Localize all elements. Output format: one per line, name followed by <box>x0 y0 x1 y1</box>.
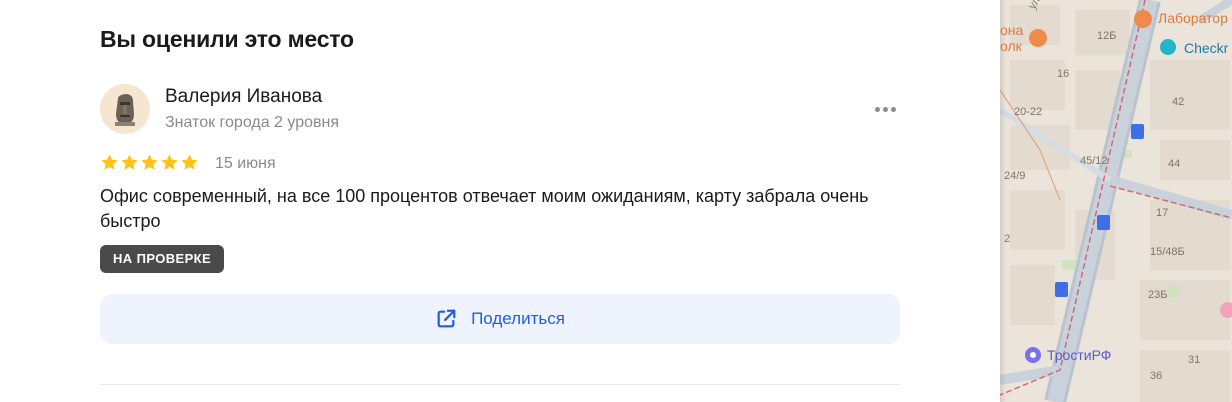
star-icon <box>121 154 138 170</box>
map-poi-label[interactable]: ТростиРФ <box>1047 347 1111 363</box>
more-dots-icon <box>874 106 880 112</box>
divider <box>100 384 900 385</box>
house-number: 31 <box>1188 354 1201 366</box>
rating-stars <box>100 153 200 172</box>
star-icon <box>161 154 178 170</box>
map-canvas <box>1000 0 1232 402</box>
author-name[interactable]: Валерия Иванова <box>165 86 322 108</box>
map-preview[interactable]: Лаборатор она олк Checkr ТростиРФ ул. 12… <box>1000 0 1232 402</box>
house-number: 2 <box>1004 233 1011 245</box>
house-number: 20-22 <box>1014 106 1043 118</box>
map-poi-label[interactable]: она <box>1000 22 1023 38</box>
house-number: 16 <box>1057 68 1070 80</box>
house-number: 36 <box>1150 370 1163 382</box>
share-button[interactable]: Поделиться <box>100 294 900 344</box>
house-number: 15/48Б <box>1150 246 1185 258</box>
share-label: Поделиться <box>471 309 565 328</box>
section-title: Вы оценили это место <box>100 26 354 52</box>
star-icon <box>141 154 158 170</box>
map-edge-shadow <box>1000 0 1006 402</box>
review-text: Офис современный, на все 100 процентов о… <box>100 186 869 231</box>
map-poi-label[interactable]: олк <box>1000 38 1022 54</box>
house-number: 12Б <box>1097 30 1117 42</box>
house-number: 42 <box>1172 96 1185 108</box>
map-poi-label[interactable]: Лаборатор <box>1158 10 1228 26</box>
more-dot <box>890 106 896 112</box>
more-dot <box>882 106 888 112</box>
map-poi-label[interactable]: Checkr <box>1184 40 1228 56</box>
star-icon <box>101 154 118 170</box>
avatar[interactable] <box>100 84 150 134</box>
house-number: 44 <box>1168 158 1181 170</box>
author-level: Знаток города 2 уровня <box>165 114 340 131</box>
house-number: 45/12 <box>1080 155 1108 167</box>
more-options-button[interactable] <box>868 96 902 122</box>
moai-avatar-icon <box>100 84 150 134</box>
house-number: 17 <box>1156 207 1169 219</box>
review-date: 15 июня <box>215 155 276 172</box>
status-badge: НА ПРОВЕРКЕ <box>100 245 225 273</box>
reviews-panel: Вы оценили это место Валерия Иванова Зна… <box>0 0 1000 402</box>
share-icon <box>437 309 456 328</box>
house-number: 24/9 <box>1004 170 1026 182</box>
house-number: 23Б <box>1148 289 1168 301</box>
star-icon <box>181 154 198 170</box>
